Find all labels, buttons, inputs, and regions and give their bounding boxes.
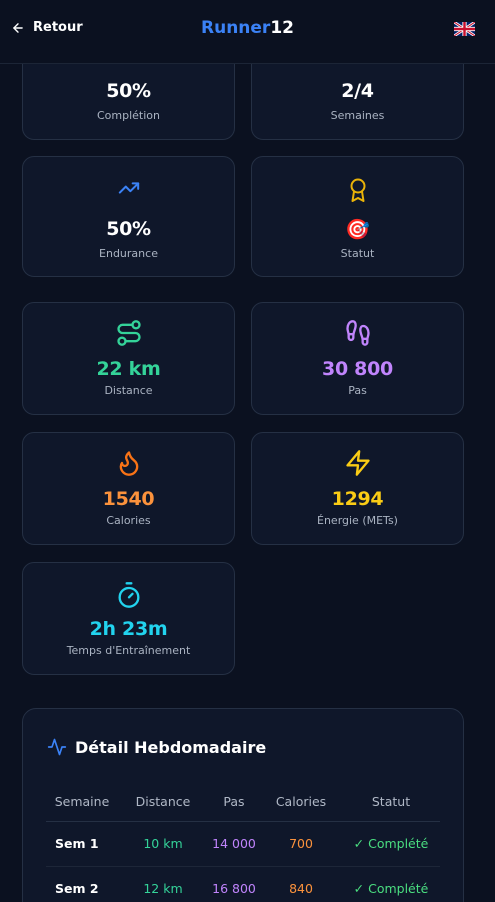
completion-value: 50% — [106, 80, 151, 102]
table-row: Sem 2 12 km 16 800 840 ✓ Complété — [46, 866, 440, 902]
col-calories: Calories — [260, 783, 342, 822]
route-icon — [116, 320, 141, 346]
flame-icon — [119, 451, 138, 476]
status-cell: ✓ Complété — [342, 821, 440, 867]
top-bar: Retour Runner12 — [0, 0, 495, 64]
calories-value: 1540 — [102, 488, 155, 510]
stat-card-endurance: 50% Endurance — [22, 156, 235, 277]
status-label: Statut — [340, 247, 375, 260]
footprints-icon — [345, 320, 370, 346]
steps-label: Pas — [348, 384, 367, 397]
col-status: Statut — [342, 783, 440, 822]
completion-label: Complétion — [96, 109, 160, 122]
steps-cell: 16 800 — [208, 866, 260, 902]
weekly-table: Semaine Distance Pas Calories Statut Sem… — [46, 783, 440, 902]
endurance-label: Endurance — [99, 247, 158, 260]
steps-value: 30 800 — [322, 358, 393, 380]
stat-card-calories: 1540 Calories — [22, 432, 235, 545]
app-brand: Runner12 — [0, 18, 495, 38]
status-target-icon: 🎯 — [345, 217, 370, 241]
activity-icon — [47, 738, 67, 756]
trending-up-icon — [118, 182, 139, 194]
calories-label: Calories — [106, 514, 151, 527]
col-distance: Distance — [118, 783, 208, 822]
stat-card-steps: 30 800 Pas — [251, 302, 464, 415]
brand-number: 12 — [270, 18, 294, 38]
col-steps: Pas — [208, 783, 260, 822]
table-header-row: Semaine Distance Pas Calories Statut — [46, 783, 440, 822]
stat-card-training-time: 2h 23m Temps d'Entraînement — [22, 562, 235, 675]
steps-cell: 14 000 — [208, 821, 260, 867]
distance-cell: 12 km — [118, 866, 208, 902]
stat-card-energy: 1294 Énergie (METs) — [251, 432, 464, 545]
calories-cell: 840 — [260, 866, 342, 902]
zap-icon — [345, 450, 370, 476]
endurance-value: 50% — [106, 218, 151, 240]
col-week: Semaine — [46, 783, 118, 822]
status-cell: ✓ Complété — [342, 866, 440, 902]
award-icon — [350, 178, 365, 202]
energy-label: Énergie (METs) — [317, 514, 398, 527]
weeks-value: 2/4 — [341, 80, 374, 102]
distance-value: 22 km — [96, 358, 161, 380]
table-row: Sem 1 10 km 14 000 700 ✓ Complété — [46, 821, 440, 867]
timer-icon — [118, 582, 139, 608]
week-cell: Sem 2 — [46, 866, 118, 902]
week-cell: Sem 1 — [46, 821, 118, 867]
brand-name: Runner — [201, 18, 271, 38]
stat-card-status: 🎯 Statut — [251, 156, 464, 277]
weeks-label: Semaines — [330, 109, 385, 122]
energy-value: 1294 — [331, 488, 384, 510]
uk-flag-icon[interactable] — [454, 22, 475, 36]
distance-cell: 10 km — [118, 821, 208, 867]
training-time-label: Temps d'Entraînement — [66, 644, 191, 657]
stat-card-distance: 22 km Distance — [22, 302, 235, 415]
weekly-detail-title: Détail Hebdomadaire — [75, 737, 267, 757]
weekly-detail-header: Détail Hebdomadaire — [47, 737, 266, 757]
distance-label: Distance — [104, 384, 153, 397]
training-time-value: 2h 23m — [89, 618, 168, 640]
calories-cell: 700 — [260, 821, 342, 867]
weekly-detail-panel: Détail Hebdomadaire Semaine Distance Pas… — [22, 708, 464, 902]
